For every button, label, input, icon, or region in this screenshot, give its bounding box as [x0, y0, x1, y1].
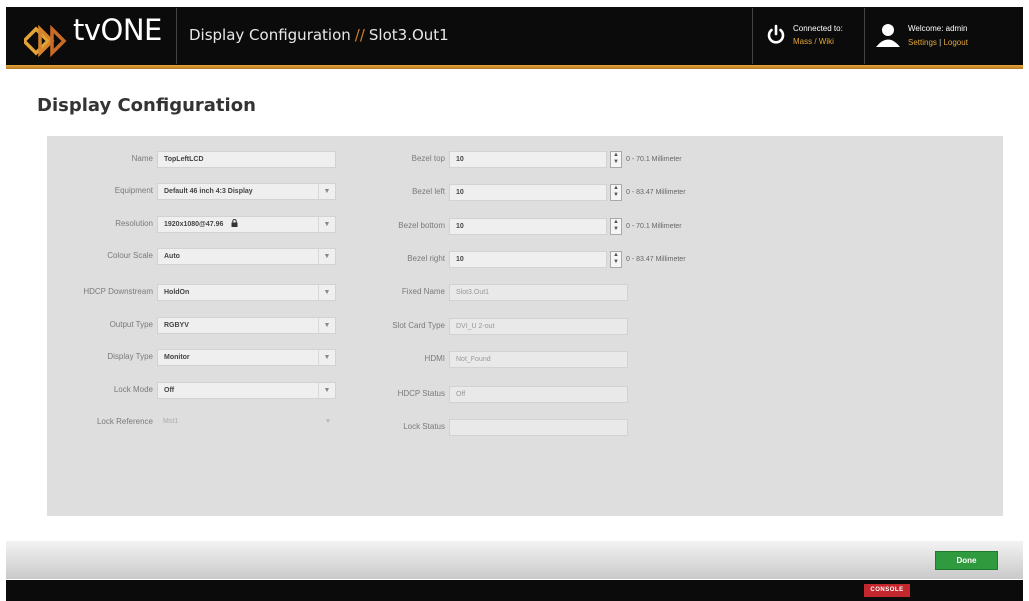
bezel-bottom-input[interactable]: 10 — [449, 218, 607, 235]
display-type-label: Display Type — [107, 352, 153, 361]
user-icon — [876, 24, 900, 47]
brand-logo-text: tvONE — [73, 13, 162, 47]
power-icon[interactable] — [765, 24, 787, 46]
bezel-right-range: 0 - 83.47 Millimeter — [626, 256, 686, 263]
slot-card-type-label: Slot Card Type — [392, 321, 445, 330]
lock-reference-label: Lock Reference — [96, 417, 153, 426]
colour-scale-value: Auto — [164, 253, 180, 260]
connected-label: Connected to: — [793, 24, 843, 33]
stepper-up-icon[interactable]: ▲ — [612, 185, 620, 192]
account-links: Settings | Logout — [908, 38, 968, 47]
lock-mode-select[interactable]: Off ▼ — [157, 382, 336, 399]
header-divider — [752, 8, 753, 64]
display-type-value: Monitor — [164, 354, 190, 361]
hdmi-label: HDMI — [424, 354, 445, 363]
output-type-select[interactable]: RGBYV ▼ — [157, 317, 336, 334]
stepper-up-icon[interactable]: ▲ — [612, 252, 620, 259]
tvone-logo-icon — [24, 25, 67, 57]
breadcrumb-separator: // — [354, 26, 365, 44]
chevron-down-icon: ▼ — [318, 285, 335, 300]
output-type-value: RGBYV — [164, 322, 189, 329]
colour-scale-label: Colour Scale — [107, 251, 153, 260]
bezel-bottom-range: 0 - 70.1 Millimeter — [626, 223, 682, 230]
stepper-down-icon[interactable]: ▼ — [612, 192, 620, 199]
breadcrumb: Display Configuration//Slot3.Out1 — [189, 26, 449, 44]
action-bar — [6, 541, 1023, 579]
hdcp-status-label: HDCP Status — [397, 389, 445, 398]
lock-status-label: Lock Status — [403, 422, 445, 431]
hdcp-status-field: Off — [449, 386, 628, 403]
equipment-select[interactable]: Default 46 inch 4:3 Display ▼ — [157, 183, 336, 200]
stepper-up-icon[interactable]: ▲ — [612, 219, 620, 226]
bezel-right-input[interactable]: 10 — [449, 251, 607, 268]
bezel-bottom-stepper[interactable]: ▲ ▼ — [610, 218, 622, 235]
breadcrumb-item: Slot3.Out1 — [368, 26, 449, 44]
lock-mode-label: Lock Mode — [113, 385, 153, 394]
bezel-bottom-label: Bezel bottom — [398, 221, 445, 230]
header-accent-bar — [6, 65, 1023, 69]
bezel-left-label: Bezel left — [412, 187, 445, 196]
hdcp-downstream-select[interactable]: HoldOn ▼ — [157, 284, 336, 301]
bezel-left-range: 0 - 83.47 Millimeter — [626, 189, 686, 196]
console-button[interactable]: CONSOLE — [864, 584, 910, 597]
chevron-down-icon: ▼ — [318, 350, 335, 365]
hdcp-downstream-label: HDCP Downstream — [83, 287, 153, 296]
connected-value: Mass / Wiki — [793, 37, 834, 46]
stepper-down-icon[interactable]: ▼ — [612, 159, 620, 166]
resolution-value: 1920x1080@47.96 — [164, 217, 238, 232]
colour-scale-select[interactable]: Auto ▼ — [157, 248, 336, 265]
bezel-right-stepper[interactable]: ▲ ▼ — [610, 251, 622, 268]
bezel-left-stepper[interactable]: ▲ ▼ — [610, 184, 622, 201]
stepper-down-icon[interactable]: ▼ — [612, 259, 620, 266]
chevron-down-icon: ▼ — [324, 418, 332, 425]
lock-icon — [231, 219, 238, 227]
slot-card-type-field: DVI_U 2-out — [449, 318, 628, 335]
equipment-label: Equipment — [114, 186, 153, 195]
welcome-text: Welcome: admin — [908, 24, 968, 33]
fixed-name-field: Slot3.Out1 — [449, 284, 628, 301]
bezel-top-input[interactable]: 10 — [449, 151, 607, 168]
lock-reference-select: Mst1 ▼ — [157, 414, 336, 431]
lock-reference-value: Mst1 — [163, 418, 179, 425]
fixed-name-label: Fixed Name — [401, 287, 445, 296]
breadcrumb-section[interactable]: Display Configuration — [189, 26, 351, 44]
lock-status-field — [449, 419, 628, 436]
chevron-down-icon: ▼ — [318, 184, 335, 199]
page-title: Display Configuration — [37, 95, 256, 116]
chevron-down-icon: ▼ — [318, 249, 335, 264]
resolution-select[interactable]: 1920x1080@47.96 ▼ — [157, 216, 336, 233]
settings-link[interactable]: Settings — [908, 38, 937, 47]
chevron-down-icon: ▼ — [318, 217, 335, 232]
resolution-label: Resolution — [115, 219, 153, 228]
done-button[interactable]: Done — [935, 551, 998, 570]
resolution-text: 1920x1080@47.96 — [164, 221, 224, 228]
header-divider — [864, 8, 865, 64]
hdcp-downstream-value: HoldOn — [164, 289, 190, 296]
bezel-left-input[interactable]: 10 — [449, 184, 607, 201]
lock-mode-value: Off — [164, 387, 175, 394]
hdmi-field: Not_Found — [449, 351, 628, 368]
chevron-down-icon: ▼ — [318, 383, 335, 398]
bezel-top-stepper[interactable]: ▲ ▼ — [610, 151, 622, 168]
logout-link[interactable]: Logout — [943, 38, 967, 47]
header-divider — [176, 8, 177, 64]
bezel-top-label: Bezel top — [411, 154, 445, 163]
chevron-down-icon: ▼ — [318, 318, 335, 333]
bezel-top-range: 0 - 70.1 Millimeter — [626, 156, 682, 163]
name-label: Name — [131, 154, 153, 163]
equipment-value: Default 46 inch 4:3 Display — [164, 188, 253, 195]
link-separator: | — [939, 38, 942, 47]
output-type-label: Output Type — [109, 320, 153, 329]
bezel-right-label: Bezel right — [407, 254, 445, 263]
stepper-down-icon[interactable]: ▼ — [612, 226, 620, 233]
name-input[interactable]: TopLeftLCD — [157, 151, 336, 168]
display-type-select[interactable]: Monitor ▼ — [157, 349, 336, 366]
stepper-up-icon[interactable]: ▲ — [612, 152, 620, 159]
